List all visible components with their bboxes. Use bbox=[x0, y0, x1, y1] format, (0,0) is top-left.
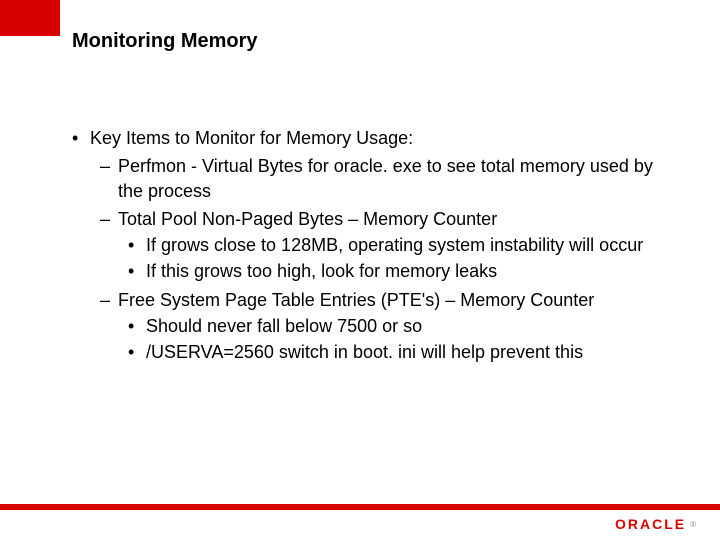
main-bullet: • Key Items to Monitor for Memory Usage: bbox=[72, 126, 680, 150]
list-subitem: • If this grows too high, look for memor… bbox=[128, 259, 680, 283]
bullet-dot-icon: • bbox=[128, 259, 146, 283]
oracle-logo: ORACLE ® bbox=[615, 516, 696, 532]
footer-bar bbox=[0, 504, 720, 510]
registered-icon: ® bbox=[690, 520, 696, 529]
item-text: Total Pool Non-Paged Bytes – Memory Coun… bbox=[118, 207, 497, 231]
subitem-text: Should never fall below 7500 or so bbox=[146, 314, 422, 338]
slide-title: Monitoring Memory bbox=[72, 30, 258, 53]
list-subitem: • Should never fall below 7500 or so bbox=[128, 314, 680, 338]
slide: Monitoring Memory • Key Items to Monitor… bbox=[0, 0, 720, 540]
list-subitem: • /USERVA=2560 switch in boot. ini will … bbox=[128, 340, 680, 364]
content-area: • Key Items to Monitor for Memory Usage:… bbox=[72, 126, 680, 365]
item-text: Free System Page Table Entries (PTE's) –… bbox=[118, 288, 594, 312]
bullet-dot-icon: • bbox=[72, 126, 90, 150]
red-accent-block bbox=[0, 0, 60, 36]
subitem-text: If grows close to 128MB, operating syste… bbox=[146, 233, 643, 257]
bullet-dot-icon: • bbox=[128, 233, 146, 257]
list-subitem: • If grows close to 128MB, operating sys… bbox=[128, 233, 680, 257]
logo-text: ORACLE bbox=[615, 516, 686, 532]
list-item: – Total Pool Non-Paged Bytes – Memory Co… bbox=[100, 207, 680, 231]
subitem-text: If this grows too high, look for memory … bbox=[146, 259, 497, 283]
dash-icon: – bbox=[100, 154, 118, 178]
list-item: – Perfmon - Virtual Bytes for oracle. ex… bbox=[100, 154, 680, 203]
dash-icon: – bbox=[100, 288, 118, 312]
bullet-dot-icon: • bbox=[128, 314, 146, 338]
item-text: Perfmon - Virtual Bytes for oracle. exe … bbox=[118, 154, 680, 203]
bullet-dot-icon: • bbox=[128, 340, 146, 364]
list-item: – Free System Page Table Entries (PTE's)… bbox=[100, 288, 680, 312]
main-heading: Key Items to Monitor for Memory Usage: bbox=[90, 126, 413, 150]
dash-icon: – bbox=[100, 207, 118, 231]
subitem-text: /USERVA=2560 switch in boot. ini will he… bbox=[146, 340, 583, 364]
